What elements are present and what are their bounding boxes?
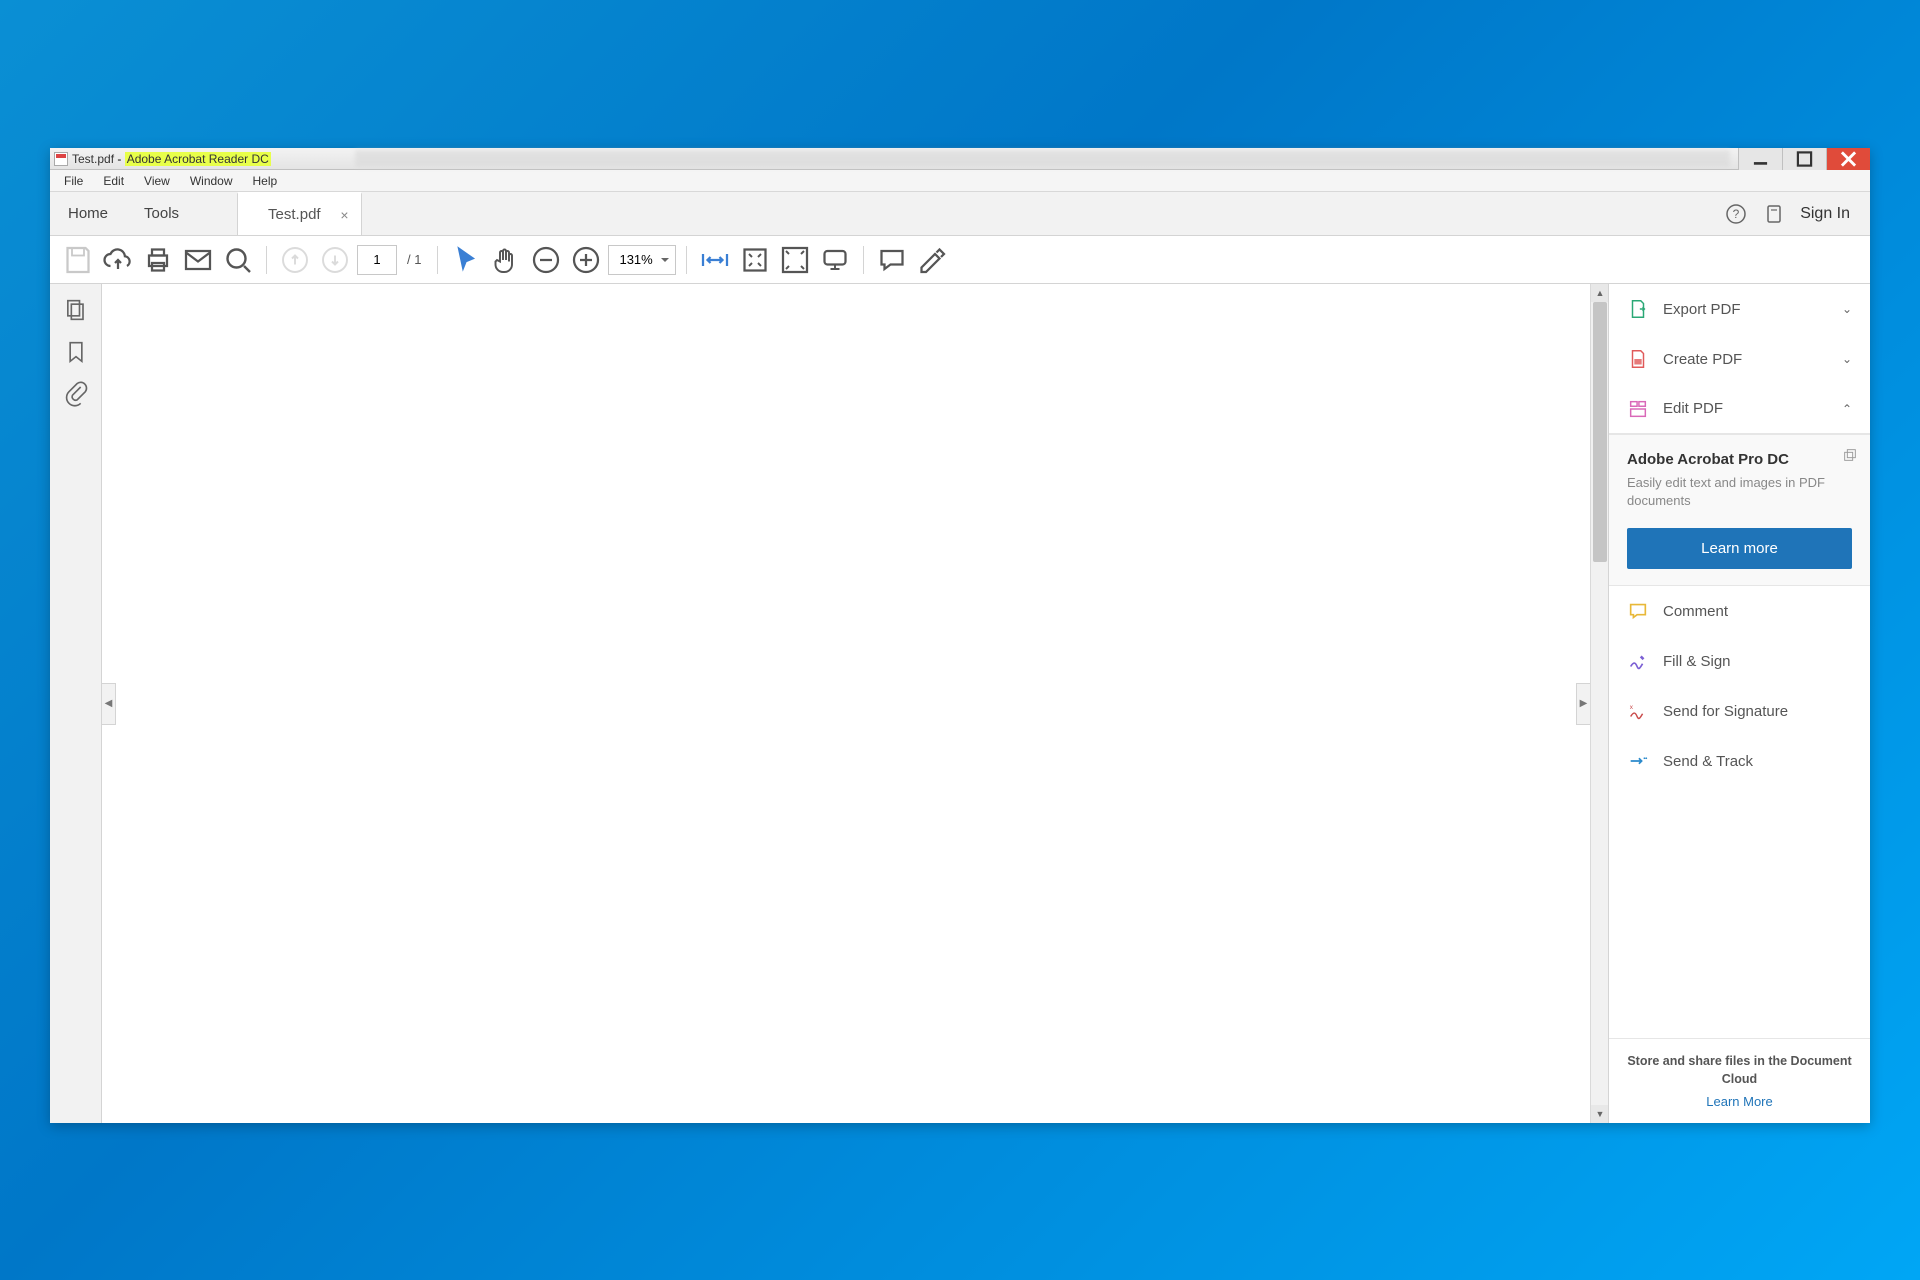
print-button[interactable] bbox=[140, 242, 176, 278]
cloud-promo: Store and share files in the Document Cl… bbox=[1609, 1038, 1870, 1123]
send-signature-tool[interactable]: x Send for Signature bbox=[1609, 686, 1870, 736]
send-signature-label: Send for Signature bbox=[1663, 703, 1788, 720]
comment-tool-button[interactable] bbox=[874, 242, 910, 278]
background-tabs-blur bbox=[355, 150, 1730, 167]
edit-pdf-label: Edit PDF bbox=[1663, 400, 1723, 417]
help-icon[interactable]: ? bbox=[1724, 202, 1748, 226]
chevron-up-icon: ⌃ bbox=[1842, 402, 1852, 416]
chevron-down-icon: ⌄ bbox=[1842, 352, 1852, 366]
nav-home[interactable]: Home bbox=[50, 192, 126, 235]
cloud-upload-button[interactable] bbox=[100, 242, 136, 278]
send-track-label: Send & Track bbox=[1663, 753, 1753, 770]
scroll-down-icon[interactable]: ▼ bbox=[1591, 1105, 1608, 1123]
toolbar-separator bbox=[266, 246, 267, 274]
app-icon bbox=[54, 152, 68, 166]
maximize-button[interactable] bbox=[1782, 148, 1826, 170]
zoom-select[interactable]: 131% bbox=[608, 245, 675, 275]
zoom-out-button[interactable] bbox=[528, 242, 564, 278]
comment-icon bbox=[1627, 600, 1649, 622]
promo-stack-icon bbox=[1842, 447, 1858, 467]
export-pdf-tool[interactable]: Export PDF ⌄ bbox=[1609, 284, 1870, 334]
application-window: Test.pdf - Adobe Acrobat Reader DC File … bbox=[50, 148, 1870, 1123]
promo-title: Adobe Acrobat Pro DC bbox=[1627, 451, 1852, 468]
collapse-right-icon[interactable]: ▶ bbox=[1576, 683, 1590, 725]
read-mode-button[interactable] bbox=[817, 242, 853, 278]
toolbar-separator bbox=[437, 246, 438, 274]
promo-subtitle: Easily edit text and images in PDF docum… bbox=[1627, 474, 1852, 510]
tools-panel: Export PDF ⌄ Create PDF ⌄ Edit PDF ⌃ Ado… bbox=[1608, 284, 1870, 1123]
promo-panel: Adobe Acrobat Pro DC Easily edit text an… bbox=[1609, 434, 1870, 586]
svg-text:x: x bbox=[1630, 705, 1634, 712]
menu-window[interactable]: Window bbox=[180, 172, 243, 190]
close-tab-icon[interactable]: × bbox=[340, 207, 348, 223]
selection-tool-button[interactable] bbox=[448, 242, 484, 278]
document-view[interactable]: ▲ ▼ ▶ bbox=[102, 284, 1608, 1123]
send-track-icon bbox=[1627, 750, 1649, 772]
search-button[interactable] bbox=[220, 242, 256, 278]
title-bar: Test.pdf - Adobe Acrobat Reader DC bbox=[50, 148, 1870, 170]
scroll-thumb[interactable] bbox=[1593, 302, 1607, 562]
fill-sign-tool[interactable]: Fill & Sign bbox=[1609, 636, 1870, 686]
comment-label: Comment bbox=[1663, 603, 1728, 620]
bookmarks-icon[interactable] bbox=[62, 338, 90, 366]
minimize-button[interactable] bbox=[1738, 148, 1782, 170]
page-total-label: / 1 bbox=[401, 252, 427, 267]
toolbar-separator bbox=[686, 246, 687, 274]
edit-pdf-icon bbox=[1627, 398, 1649, 420]
create-pdf-tool[interactable]: Create PDF ⌄ bbox=[1609, 334, 1870, 384]
nav-tools[interactable]: Tools bbox=[126, 192, 197, 235]
vertical-scrollbar[interactable]: ▲ ▼ bbox=[1590, 284, 1608, 1123]
hand-tool-button[interactable] bbox=[488, 242, 524, 278]
menu-file[interactable]: File bbox=[54, 172, 93, 190]
notifications-icon[interactable] bbox=[1762, 202, 1786, 226]
window-controls bbox=[1738, 148, 1870, 170]
left-rail bbox=[50, 284, 102, 1123]
attachments-icon[interactable] bbox=[62, 380, 90, 408]
create-pdf-label: Create PDF bbox=[1663, 351, 1742, 368]
fit-page-button[interactable] bbox=[737, 242, 773, 278]
chevron-down-icon: ⌄ bbox=[1842, 302, 1852, 316]
collapse-left-icon[interactable]: ◀ bbox=[102, 683, 116, 725]
export-pdf-icon bbox=[1627, 298, 1649, 320]
email-button[interactable] bbox=[180, 242, 216, 278]
fullscreen-button[interactable] bbox=[777, 242, 813, 278]
save-button bbox=[60, 242, 96, 278]
learn-more-button[interactable]: Learn more bbox=[1627, 528, 1852, 569]
highlight-tool-button[interactable] bbox=[914, 242, 950, 278]
toolbar-separator bbox=[863, 246, 864, 274]
create-pdf-icon bbox=[1627, 348, 1649, 370]
sign-in-link[interactable]: Sign In bbox=[1800, 205, 1850, 223]
fit-width-button[interactable] bbox=[697, 242, 733, 278]
title-app-name: Adobe Acrobat Reader DC bbox=[125, 152, 271, 166]
cloud-learn-more-link[interactable]: Learn More bbox=[1623, 1094, 1856, 1109]
toolbar: / 1 131% bbox=[50, 236, 1870, 284]
next-page-button bbox=[317, 242, 353, 278]
content-area: ◀ ▲ ▼ ▶ Export PDF ⌄ Create PDF ⌄ Ed bbox=[50, 284, 1870, 1123]
menu-view[interactable]: View bbox=[134, 172, 180, 190]
menu-bar: File Edit View Window Help bbox=[50, 170, 1870, 192]
export-pdf-label: Export PDF bbox=[1663, 301, 1741, 318]
cloud-promo-title: Store and share files in the Document Cl… bbox=[1623, 1053, 1856, 1088]
menu-help[interactable]: Help bbox=[243, 172, 288, 190]
scroll-up-icon[interactable]: ▲ bbox=[1591, 284, 1608, 302]
close-button[interactable] bbox=[1826, 148, 1870, 170]
document-tab[interactable]: Test.pdf × bbox=[237, 192, 362, 235]
comment-tool[interactable]: Comment bbox=[1609, 586, 1870, 636]
menu-edit[interactable]: Edit bbox=[93, 172, 134, 190]
edit-pdf-tool[interactable]: Edit PDF ⌃ bbox=[1609, 384, 1870, 434]
fill-sign-icon bbox=[1627, 650, 1649, 672]
zoom-in-button[interactable] bbox=[568, 242, 604, 278]
title-file-name: Test.pdf bbox=[72, 152, 114, 166]
prev-page-button bbox=[277, 242, 313, 278]
svg-text:?: ? bbox=[1733, 207, 1740, 221]
page-number-input[interactable] bbox=[357, 245, 397, 275]
tab-bar: Home Tools Test.pdf × ? Sign In bbox=[50, 192, 1870, 236]
document-tab-label: Test.pdf bbox=[268, 206, 321, 223]
send-track-tool[interactable]: Send & Track bbox=[1609, 736, 1870, 786]
fill-sign-label: Fill & Sign bbox=[1663, 653, 1731, 670]
send-signature-icon: x bbox=[1627, 700, 1649, 722]
thumbnails-icon[interactable] bbox=[62, 296, 90, 324]
